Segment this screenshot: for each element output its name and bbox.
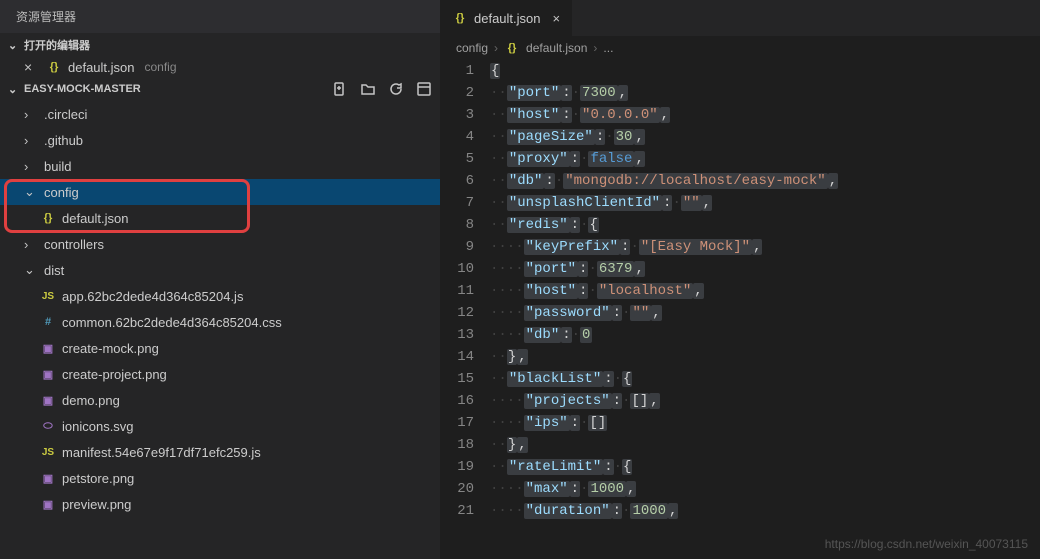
json-icon: {} bbox=[504, 40, 520, 56]
open-editors-header[interactable]: ⌄ 打开的编辑器 bbox=[0, 33, 440, 57]
tab-default-json[interactable]: {} default.json × bbox=[440, 0, 573, 36]
chevron-right-icon: › bbox=[24, 159, 38, 174]
tree-item-label: common.62bc2dede4d364c85204.css bbox=[62, 315, 282, 330]
tree-item-label: petstore.png bbox=[62, 471, 134, 486]
folder-item[interactable]: › controllers bbox=[0, 231, 440, 257]
file-item[interactable]: JS manifest.54e67e9f17df71efc259.js bbox=[0, 439, 440, 465]
folder-item[interactable]: ⌄ dist bbox=[0, 257, 440, 283]
chevron-right-icon: › bbox=[494, 41, 498, 55]
tree-item-label: manifest.54e67e9f17df71efc259.js bbox=[62, 445, 261, 460]
project-name: EASY-MOCK-MASTER bbox=[24, 83, 141, 95]
file-item[interactable]: ▣ preview.png bbox=[0, 491, 440, 517]
file-item[interactable]: ⬭ ionicons.svg bbox=[0, 413, 440, 439]
close-icon[interactable]: × bbox=[553, 11, 561, 26]
tree-item-label: create-project.png bbox=[62, 367, 167, 382]
gutter: 123456789101112131415161718192021 bbox=[440, 60, 490, 559]
image-icon: ▣ bbox=[40, 470, 56, 486]
tree-item-label: demo.png bbox=[62, 393, 120, 408]
file-item[interactable]: {} default.json bbox=[0, 205, 440, 231]
explorer-sidebar: 资源管理器 ⌄ 打开的编辑器 × {} default.json config … bbox=[0, 0, 440, 559]
chevron-right-icon: › bbox=[24, 237, 38, 252]
open-editor-path: config bbox=[145, 60, 177, 74]
code-editor[interactable]: 123456789101112131415161718192021 {··"po… bbox=[440, 60, 1040, 559]
project-header[interactable]: ⌄ EASY-MOCK-MASTER bbox=[0, 77, 440, 101]
chevron-down-icon: ⌄ bbox=[8, 83, 24, 96]
tree-item-label: app.62bc2dede4d364c85204.js bbox=[62, 289, 243, 304]
tree-item-label: create-mock.png bbox=[62, 341, 159, 356]
breadcrumb-segment[interactable]: config bbox=[456, 41, 488, 55]
new-folder-icon[interactable] bbox=[360, 81, 376, 97]
tree-item-label: build bbox=[44, 159, 71, 174]
json-icon: {} bbox=[40, 210, 56, 226]
js-icon: JS bbox=[40, 288, 56, 304]
close-icon[interactable]: × bbox=[24, 59, 40, 75]
image-icon: ▣ bbox=[40, 366, 56, 382]
chevron-down-icon: ⌄ bbox=[8, 39, 24, 52]
file-item[interactable]: # common.62bc2dede4d364c85204.css bbox=[0, 309, 440, 335]
tab-label: default.json bbox=[474, 11, 541, 26]
json-icon: {} bbox=[452, 10, 468, 26]
tree-item-label: .circleci bbox=[44, 107, 87, 122]
chevron-down-icon: ⌄ bbox=[24, 262, 38, 278]
file-item[interactable]: ▣ petstore.png bbox=[0, 465, 440, 491]
chevron-down-icon: ⌄ bbox=[24, 184, 38, 200]
explorer-title: 资源管理器 bbox=[0, 0, 440, 33]
watermark: https://blog.csdn.net/weixin_40073115 bbox=[825, 537, 1028, 551]
tree-item-label: ionicons.svg bbox=[62, 419, 134, 434]
css-icon: # bbox=[40, 314, 56, 330]
chevron-right-icon: › bbox=[24, 133, 38, 148]
tree-item-label: default.json bbox=[62, 211, 129, 226]
tree-item-label: controllers bbox=[44, 237, 104, 252]
file-item[interactable]: ▣ create-project.png bbox=[0, 361, 440, 387]
tree-item-label: config bbox=[44, 185, 79, 200]
collapse-icon[interactable] bbox=[416, 81, 432, 97]
chevron-right-icon: › bbox=[593, 41, 597, 55]
folder-item[interactable]: › build bbox=[0, 153, 440, 179]
folder-item[interactable]: ⌄ config bbox=[0, 179, 440, 205]
svg-icon: ⬭ bbox=[40, 418, 56, 434]
editor-area: {} default.json × config › {} default.js… bbox=[440, 0, 1040, 559]
open-editor-filename: default.json bbox=[68, 60, 135, 75]
open-editors-label: 打开的编辑器 bbox=[24, 37, 90, 53]
code-content[interactable]: {··"port":·7300,··"host":·"0.0.0.0",··"p… bbox=[490, 60, 1040, 559]
image-icon: ▣ bbox=[40, 496, 56, 512]
image-icon: ▣ bbox=[40, 392, 56, 408]
tree-item-label: dist bbox=[44, 263, 64, 278]
breadcrumb-segment[interactable]: ... bbox=[603, 41, 613, 55]
tree-item-label: preview.png bbox=[62, 497, 131, 512]
file-tree: › .circleci › .github › build ⌄ config {} default… bbox=[0, 101, 440, 559]
file-item[interactable]: JS app.62bc2dede4d364c85204.js bbox=[0, 283, 440, 309]
breadcrumb-segment[interactable]: default.json bbox=[526, 41, 587, 55]
image-icon: ▣ bbox=[40, 340, 56, 356]
breadcrumb[interactable]: config › {} default.json › ... bbox=[440, 36, 1040, 60]
new-file-icon[interactable] bbox=[332, 81, 348, 97]
refresh-icon[interactable] bbox=[388, 81, 404, 97]
folder-item[interactable]: › .circleci bbox=[0, 101, 440, 127]
project-actions bbox=[332, 81, 432, 97]
tab-bar: {} default.json × bbox=[440, 0, 1040, 36]
js-icon: JS bbox=[40, 444, 56, 460]
json-icon: {} bbox=[46, 59, 62, 75]
file-item[interactable]: ▣ create-mock.png bbox=[0, 335, 440, 361]
chevron-right-icon: › bbox=[24, 107, 38, 122]
folder-item[interactable]: › .github bbox=[0, 127, 440, 153]
open-editor-item[interactable]: × {} default.json config bbox=[0, 57, 440, 77]
file-item[interactable]: ▣ demo.png bbox=[0, 387, 440, 413]
tree-item-label: .github bbox=[44, 133, 83, 148]
